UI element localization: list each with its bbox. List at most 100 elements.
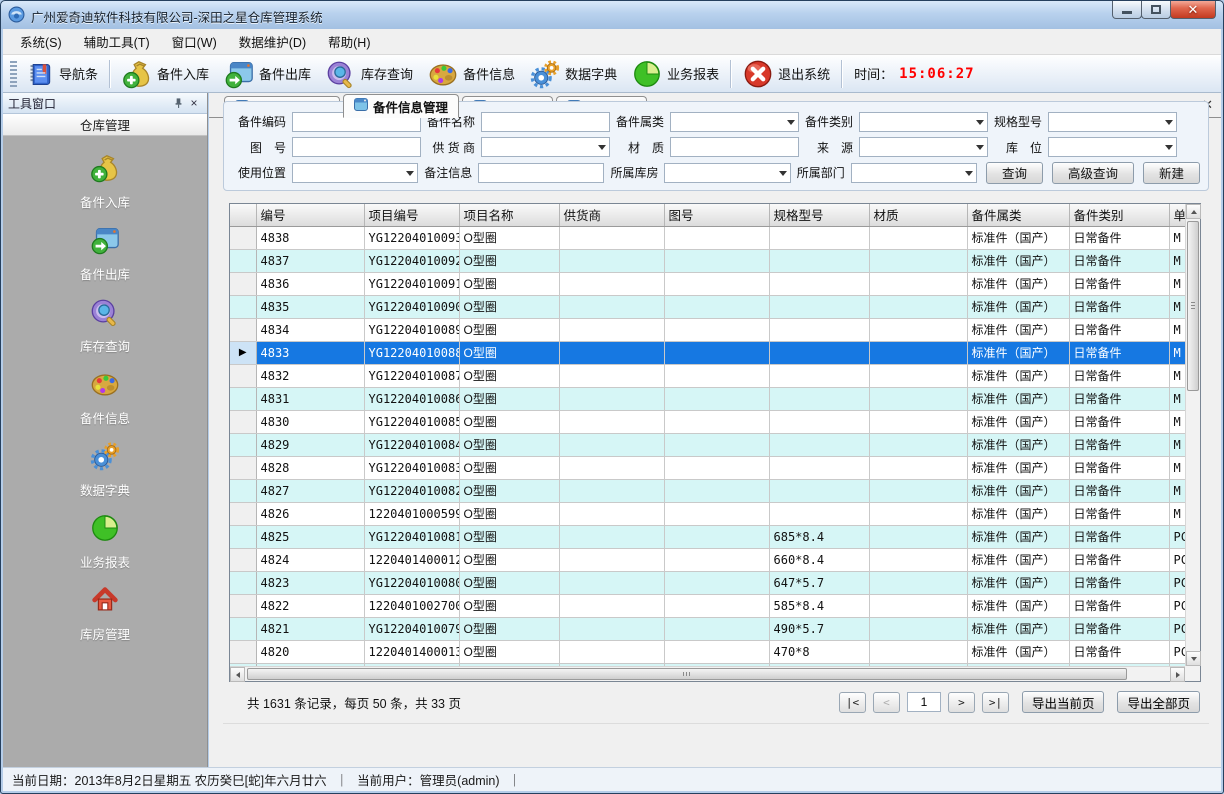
menu-item[interactable]: 帮助(H) bbox=[317, 29, 381, 54]
tool-window-close-icon[interactable]: × bbox=[186, 96, 202, 111]
table-row[interactable]: 4825YG12204010081O型圈685*8.4标准件（国产）日常备件PC bbox=[230, 525, 1185, 548]
column-header[interactable]: 项目编号 bbox=[364, 204, 459, 226]
sidebar-item[interactable]: 备件信息 bbox=[50, 368, 160, 427]
search-select[interactable] bbox=[859, 112, 988, 132]
column-header[interactable]: 规格型号 bbox=[769, 204, 869, 226]
close-button[interactable]: ✕ bbox=[1170, 0, 1216, 19]
table-row[interactable]: 4834YG12204010089O型圈标准件（国产）日常备件M bbox=[230, 318, 1185, 341]
sidebar-item[interactable]: 备件出库 bbox=[50, 224, 160, 283]
export-current-page-button[interactable]: 导出当前页 bbox=[1022, 691, 1105, 713]
status-separator-2: ｜ bbox=[509, 770, 522, 789]
toolbar-button[interactable]: 库存查询 bbox=[318, 57, 420, 91]
menu-item[interactable]: 辅助工具(T) bbox=[73, 29, 161, 54]
menu-item[interactable]: 系统(S) bbox=[9, 29, 73, 54]
search-select[interactable] bbox=[664, 163, 790, 183]
table-row[interactable]: 4823YG12204010080O型圈647*5.7标准件（国产）日常备件PC bbox=[230, 571, 1185, 594]
query-button[interactable]: 查询 bbox=[986, 162, 1043, 184]
table-row[interactable]: 4821YG12204010079O型圈490*5.7标准件（国产）日常备件PC bbox=[230, 617, 1185, 640]
column-header[interactable]: 供货商 bbox=[559, 204, 664, 226]
scroll-down-icon[interactable] bbox=[1186, 651, 1201, 666]
table-row[interactable]: 48201220401400013O型圈470*8标准件（国产）日常备件PC bbox=[230, 640, 1185, 663]
column-header[interactable]: 编号 bbox=[256, 204, 364, 226]
toolbar-button[interactable]: 退出系统 bbox=[735, 57, 837, 91]
sidebar-item[interactable]: 备件入库 bbox=[50, 152, 160, 211]
sidebar-item[interactable]: 库存查询 bbox=[50, 296, 160, 355]
table-row[interactable]: 4832YG12204010087O型圈标准件（国产）日常备件M bbox=[230, 364, 1185, 387]
tab-备件信息管理[interactable]: 备件信息管理 bbox=[343, 94, 459, 118]
export-all-pages-button[interactable]: 导出全部页 bbox=[1117, 691, 1200, 713]
next-page-button[interactable]: > bbox=[948, 692, 975, 713]
scroll-left-icon[interactable] bbox=[230, 667, 245, 682]
table-header-row: 编号项目编号项目名称供货商图号规格型号材质备件属类备件类别单位 bbox=[230, 204, 1185, 226]
first-page-button[interactable]: |< bbox=[839, 692, 866, 713]
search-select[interactable] bbox=[1048, 112, 1177, 132]
advanced-query-button[interactable]: 高级查询 bbox=[1052, 162, 1134, 184]
table-row[interactable]: 4828YG12204010083O型圈标准件（国产）日常备件M bbox=[230, 456, 1185, 479]
navbar-book-icon bbox=[27, 60, 55, 88]
last-page-button[interactable]: >| bbox=[982, 692, 1009, 713]
search-input[interactable] bbox=[670, 137, 799, 157]
table-cell: 标准件（国产） bbox=[967, 295, 1069, 318]
toolbar-button[interactable]: 备件入库 bbox=[114, 57, 216, 91]
column-header[interactable]: 备件属类 bbox=[967, 204, 1069, 226]
toolbar-button[interactable]: 数据字典 bbox=[522, 57, 624, 91]
toolbar-button[interactable]: 备件出库 bbox=[216, 57, 318, 91]
search-select[interactable] bbox=[481, 137, 610, 157]
search-select[interactable] bbox=[670, 112, 799, 132]
menu-item[interactable]: 数据维护(D) bbox=[228, 29, 317, 54]
table-row[interactable]: 4838YG12204010093O型圈标准件（国产）日常备件M bbox=[230, 226, 1185, 249]
maximize-button[interactable] bbox=[1141, 0, 1171, 19]
table-row[interactable]: 4836YG12204010091O型圈标准件（国产）日常备件M bbox=[230, 272, 1185, 295]
column-header[interactable]: 材质 bbox=[869, 204, 967, 226]
table-row[interactable]: 48241220401400012O型圈660*8.4标准件（国产）日常备件PC bbox=[230, 548, 1185, 571]
table-row[interactable]: 48221220401002700O型圈585*8.4标准件（国产）日常备件PC bbox=[230, 594, 1185, 617]
toolbar-grip-icon[interactable] bbox=[10, 61, 17, 87]
toolbar-button[interactable]: 导航条 bbox=[20, 57, 105, 91]
status-bar: 当前日期：2013年8月2日星期五 农历癸巳[蛇]年六月廿六 ｜ 当前用户：管理… bbox=[3, 767, 1221, 791]
search-select[interactable] bbox=[859, 137, 988, 157]
scroll-right-icon[interactable] bbox=[1170, 667, 1185, 682]
vertical-scrollbar[interactable] bbox=[1185, 204, 1200, 666]
search-select[interactable] bbox=[851, 163, 977, 183]
toolbar-button[interactable]: 业务报表 bbox=[624, 57, 726, 91]
table-row[interactable]: 4835YG12204010090O型圈标准件（国产）日常备件M bbox=[230, 295, 1185, 318]
table-cell bbox=[869, 479, 967, 502]
search-input[interactable] bbox=[292, 137, 421, 157]
sidebar-item[interactable]: 数据字典 bbox=[50, 440, 160, 499]
maximize-icon bbox=[1151, 5, 1161, 14]
column-header[interactable]: 备件类别 bbox=[1069, 204, 1169, 226]
column-header[interactable]: 项目名称 bbox=[459, 204, 559, 226]
new-button[interactable]: 新建 bbox=[1143, 162, 1200, 184]
sidebar-item[interactable]: 库房管理 bbox=[50, 584, 160, 643]
column-header[interactable]: 图号 bbox=[664, 204, 769, 226]
search-field-label: 材 质 bbox=[610, 139, 670, 156]
table-row[interactable]: 4827YG12204010082O型圈标准件（国产）日常备件M bbox=[230, 479, 1185, 502]
search-select[interactable] bbox=[292, 163, 418, 183]
horizontal-scrollbar-thumb[interactable] bbox=[247, 668, 1127, 680]
table-cell bbox=[664, 617, 769, 640]
column-header[interactable]: 单位 bbox=[1169, 204, 1185, 226]
table-row[interactable]: 4829YG12204010084O型圈标准件（国产）日常备件M bbox=[230, 433, 1185, 456]
table-row[interactable]: 4831YG12204010086O型圈标准件（国产）日常备件M bbox=[230, 387, 1185, 410]
prev-page-button[interactable]: < bbox=[873, 692, 900, 713]
sidebar-item[interactable]: 业务报表 bbox=[50, 512, 160, 571]
pin-icon[interactable] bbox=[170, 96, 186, 111]
table-row[interactable]: ▶4833YG12204010088O型圈标准件（国产）日常备件M bbox=[230, 341, 1185, 364]
search-input[interactable] bbox=[481, 112, 610, 132]
minimize-button[interactable] bbox=[1112, 0, 1142, 19]
table-cell bbox=[664, 318, 769, 341]
scroll-up-icon[interactable] bbox=[1186, 204, 1201, 219]
vertical-scrollbar-thumb[interactable] bbox=[1187, 221, 1199, 391]
sidebar-group-header[interactable]: 仓库管理 bbox=[3, 114, 207, 136]
toolbar-button[interactable]: 备件信息 bbox=[420, 57, 522, 91]
search-input[interactable] bbox=[478, 163, 604, 183]
page-number-input[interactable] bbox=[907, 692, 941, 712]
row-indicator bbox=[230, 617, 256, 640]
menu-item[interactable]: 窗口(W) bbox=[161, 29, 228, 54]
horizontal-scrollbar[interactable] bbox=[230, 666, 1185, 681]
table-row[interactable]: 48261220401000599O型圈标准件（国产）日常备件M bbox=[230, 502, 1185, 525]
search-select[interactable] bbox=[1048, 137, 1177, 157]
table-cell: 4829 bbox=[256, 433, 364, 456]
table-row[interactable]: 4830YG12204010085O型圈标准件（国产）日常备件M bbox=[230, 410, 1185, 433]
table-row[interactable]: 4837YG12204010092O型圈标准件（国产）日常备件M bbox=[230, 249, 1185, 272]
